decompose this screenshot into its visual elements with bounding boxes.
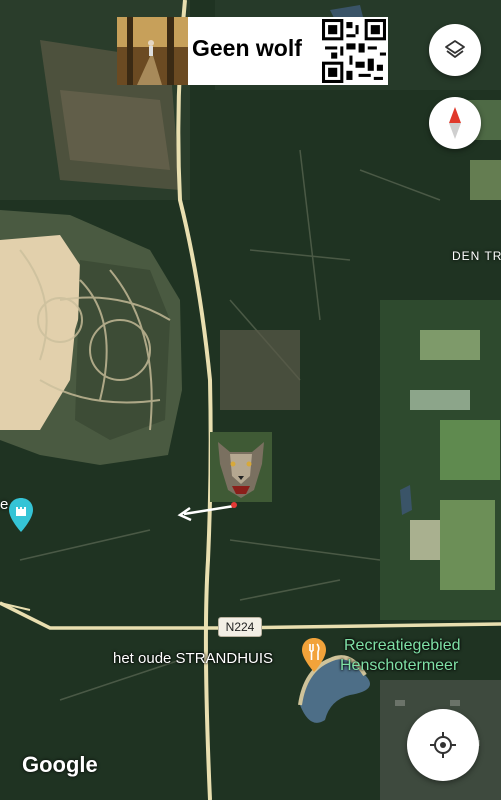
restaurant-label[interactable]: het oude STRANDHUIS <box>113 650 273 667</box>
satellite-map[interactable] <box>0 0 501 800</box>
layers-button[interactable] <box>429 24 481 76</box>
google-attribution-logo: Google <box>22 752 98 777</box>
forest-photo-thumbnail[interactable] <box>117 17 188 85</box>
compass-button[interactable] <box>429 97 481 149</box>
layers-icon <box>445 40 465 58</box>
road-shield-label: N224 <box>218 617 262 637</box>
recreation-area-label[interactable]: Recreatiegebied <box>344 637 461 655</box>
wolf-photo-marker[interactable] <box>210 432 272 502</box>
edge-place-label: e <box>0 496 9 513</box>
my-location-button[interactable] <box>407 709 479 781</box>
my-location-icon <box>430 732 456 758</box>
recreation-area-label-line2[interactable]: Henschotermeer <box>340 657 458 675</box>
place-name-label: DEN TR <box>452 249 501 263</box>
direction-arrow <box>177 502 237 522</box>
attraction-pin-icon[interactable] <box>8 498 34 532</box>
restaurant-pin-icon[interactable] <box>302 638 326 672</box>
qr-code <box>322 19 386 83</box>
compass-icon <box>449 107 461 139</box>
overlay-title: Geen wolf <box>192 35 302 61</box>
overlay-title-card: Geen wolf <box>188 17 388 85</box>
